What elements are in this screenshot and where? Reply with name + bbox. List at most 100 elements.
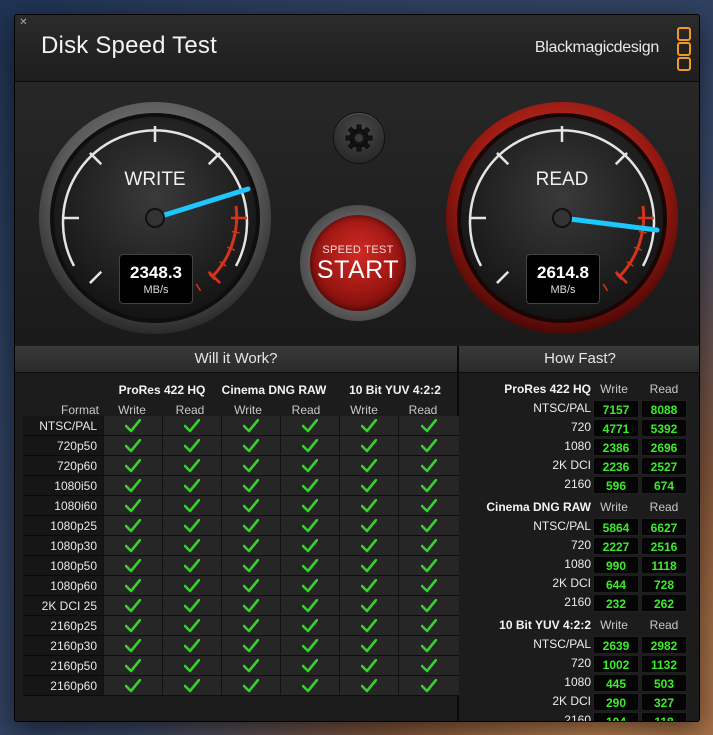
check-icon [184, 578, 200, 592]
resolution-label: NTSC/PAL [533, 637, 591, 651]
table-row: 2K DCI 290 327 [459, 693, 699, 712]
format-label: 1080i60 [23, 496, 103, 516]
compat-cell [339, 436, 398, 456]
compat-cell [398, 516, 459, 536]
check-icon [302, 538, 318, 552]
compat-cell [339, 656, 398, 676]
compat-cell [221, 616, 280, 636]
section-title: Cinema DNG RAW [486, 500, 591, 514]
check-icon [125, 418, 141, 432]
check-icon [125, 658, 141, 672]
check-icon [184, 478, 200, 492]
write-fps-value: 5864 [593, 518, 639, 536]
compat-cell [103, 496, 162, 516]
check-icon [125, 598, 141, 612]
check-icon [243, 678, 259, 692]
start-button-label: START [316, 256, 400, 284]
check-icon [421, 578, 437, 592]
check-icon [421, 478, 437, 492]
check-icon [243, 498, 259, 512]
check-icon [243, 418, 259, 432]
prores-write-header: Write [118, 403, 146, 417]
resolution-label: 720 [570, 538, 591, 552]
read-fps-value: 503 [641, 674, 687, 692]
check-icon [243, 478, 259, 492]
compat-cell [162, 456, 221, 476]
title-bar: ✕ Disk Speed Test Blackmagicdesign [15, 15, 699, 82]
write-fps-value: 104 [593, 712, 639, 721]
compat-cell [280, 616, 339, 636]
write-speed-value: 2348.3 [130, 263, 182, 282]
check-icon [125, 538, 141, 552]
compat-cell [103, 576, 162, 596]
check-icon [243, 558, 259, 572]
check-icon [361, 438, 377, 452]
check-icon [184, 438, 200, 452]
compat-cell [398, 636, 459, 656]
resolution-label: NTSC/PAL [533, 401, 591, 415]
table-row: 1080i60 [23, 496, 459, 516]
close-icon[interactable]: ✕ [18, 17, 29, 28]
compat-cell [398, 656, 459, 676]
read-fps-value: 2527 [641, 457, 687, 475]
table-row: 720p60 [23, 456, 459, 476]
start-button-face: SPEED TEST START [310, 215, 406, 311]
check-icon [302, 598, 318, 612]
resolution-label: 1080 [564, 439, 591, 453]
compat-cell [221, 636, 280, 656]
check-icon [361, 638, 377, 652]
write-fps-value: 2236 [593, 457, 639, 475]
compat-cell [398, 436, 459, 456]
compat-cell [162, 596, 221, 616]
write-fps-value: 445 [593, 674, 639, 692]
compat-cell [339, 516, 398, 536]
check-icon [125, 558, 141, 572]
table-row: 1080 445 503 [459, 674, 699, 693]
check-icon [184, 558, 200, 572]
write-fps-value: 2639 [593, 636, 639, 654]
compat-cell [280, 636, 339, 656]
format-label: 2160p25 [23, 616, 103, 636]
compat-cell [339, 556, 398, 576]
write-fps-value: 2227 [593, 537, 639, 555]
check-icon [125, 478, 141, 492]
check-icon [302, 638, 318, 652]
compat-cell [280, 576, 339, 596]
compat-cell [339, 496, 398, 516]
table-row: 2160p30 [23, 636, 459, 656]
compat-cell [280, 436, 339, 456]
compat-cell [221, 676, 280, 696]
read-fps-value: 674 [641, 476, 687, 494]
compat-cell [398, 416, 459, 436]
speed-test-start-button[interactable]: SPEED TEST START [300, 205, 416, 321]
brand-logo-icon [677, 27, 691, 71]
compat-cell [221, 456, 280, 476]
check-icon [125, 578, 141, 592]
table-row: 2160 104 118 [459, 712, 699, 721]
compat-cell [103, 456, 162, 476]
compat-cell [398, 476, 459, 496]
write-fps-value: 596 [593, 476, 639, 494]
compat-cell [221, 656, 280, 676]
check-icon [302, 558, 318, 572]
read-fps-value: 1132 [641, 655, 687, 673]
resolution-label: 720 [570, 420, 591, 434]
format-label: 2K DCI 25 [23, 596, 103, 616]
compat-cell [339, 456, 398, 476]
compat-cell [162, 476, 221, 496]
read-fps-value: 5392 [641, 419, 687, 437]
check-icon [184, 638, 200, 652]
check-icon [243, 638, 259, 652]
yuv-read-header: Read [408, 403, 438, 417]
section-title: 10 Bit YUV 4:2:2 [499, 618, 591, 632]
table-row: 720 2227 2516 [459, 537, 699, 556]
table-row: 1080p60 [23, 576, 459, 596]
check-icon [361, 498, 377, 512]
codec-header-cinema-dng: Cinema DNG RAW [221, 383, 327, 397]
settings-button[interactable] [333, 112, 385, 164]
format-label: NTSC/PAL [23, 416, 103, 436]
compat-cell [339, 676, 398, 696]
check-icon [184, 618, 200, 632]
check-icon [302, 518, 318, 532]
compat-cell [280, 656, 339, 676]
